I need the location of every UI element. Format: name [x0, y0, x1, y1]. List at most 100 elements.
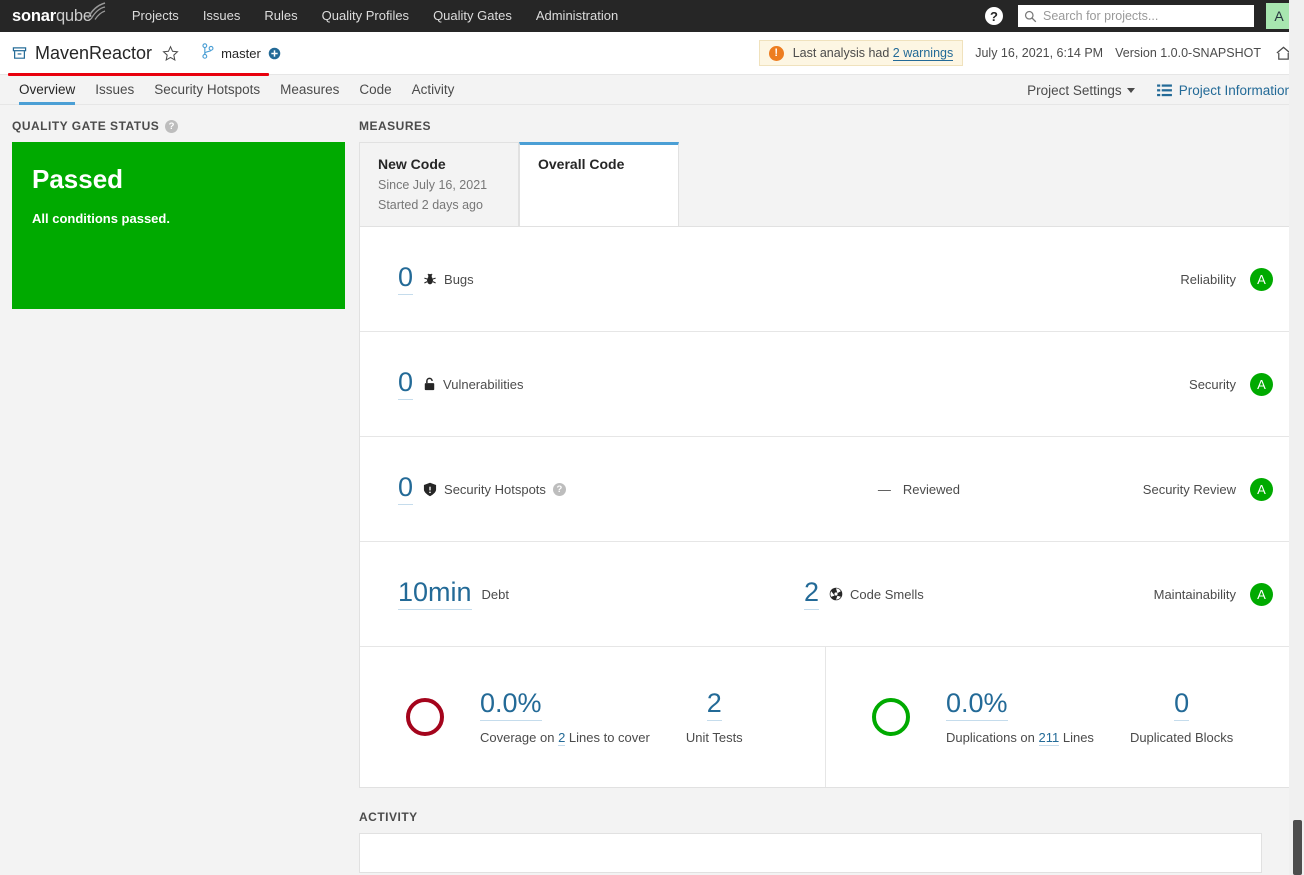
warning-text: Last analysis had 2 warnings: [792, 46, 954, 61]
coverage-half: 0.0% Coverage on 2 Lines to cover 2 Unit…: [360, 647, 825, 787]
tab-activity[interactable]: Activity: [402, 82, 465, 104]
security-review-rating-group: Security Review A: [1142, 477, 1273, 501]
measure-row-bugs: 0 Bugs Reliability A: [360, 227, 1291, 332]
quality-gate-description: All conditions passed.: [32, 211, 170, 226]
page-scrollbar[interactable]: [1289, 0, 1304, 875]
tab-measures[interactable]: Measures: [270, 82, 349, 104]
activity-section-title: ACTIVITY: [359, 810, 418, 824]
code-smells-label: Code Smells: [850, 586, 924, 602]
tab-new-code-since: Since July 16, 2021: [378, 178, 488, 192]
quality-gate-section-title: QUALITY GATE STATUS ?: [12, 119, 345, 133]
duplications-caption-before: Duplications on: [946, 730, 1039, 746]
vulnerabilities-cell: 0 Vulnerabilities: [398, 368, 523, 400]
help-icon[interactable]: ?: [985, 7, 1003, 25]
debt-label: Debt: [481, 586, 510, 602]
nav-link-quality-gates[interactable]: Quality Gates: [421, 0, 524, 32]
security-review-label: Security Review: [1142, 481, 1236, 497]
measures-tabs: New Code Since July 16, 2021 Started 2 d…: [359, 142, 1292, 226]
quality-gate-title-text: QUALITY GATE STATUS: [12, 119, 160, 133]
coverage-caption-after: Lines to cover: [565, 730, 650, 746]
warning-icon: !: [768, 45, 784, 61]
tab-new-code[interactable]: New Code Since July 16, 2021 Started 2 d…: [359, 142, 519, 226]
project-drawer-icon: [12, 46, 27, 61]
coverage-value[interactable]: 0.0%: [480, 689, 542, 722]
nav-link-administration[interactable]: Administration: [524, 0, 630, 32]
tab-security-hotspots[interactable]: Security Hotspots: [144, 82, 270, 104]
coverage-donut-icon: [406, 698, 444, 736]
nav-link-projects[interactable]: Projects: [120, 0, 191, 32]
project-version: Version 1.0.0-SNAPSHOT: [1115, 46, 1261, 60]
analysis-warning-badge[interactable]: ! Last analysis had 2 warnings: [758, 40, 964, 66]
global-navbar: sonar qube Projects Issues Rules Quality…: [0, 0, 1304, 32]
sonarqube-logo[interactable]: sonar qube: [12, 1, 106, 26]
list-icon: [1156, 84, 1172, 97]
duplicated-blocks-stat: 0 Duplicated Blocks: [1129, 689, 1234, 746]
vulnerabilities-value[interactable]: 0: [398, 368, 414, 400]
debt-cell: 10min Debt: [398, 578, 510, 610]
maintainability-rating[interactable]: A: [1250, 582, 1273, 606]
duplications-lines-link[interactable]: 211: [1038, 730, 1060, 747]
project-header-meta: ! Last analysis had 2 warnings July 16, …: [758, 40, 1292, 66]
maintainability-label: Maintainability: [1153, 586, 1236, 602]
quality-gate-column: QUALITY GATE STATUS ? Passed All conditi…: [12, 119, 345, 836]
status-badge: Passed: [32, 164, 124, 194]
code-smells-value[interactable]: 2: [804, 578, 820, 610]
project-header: MavenReactor master ! Last analysis had …: [0, 32, 1304, 76]
bugs-label-group: Bugs: [423, 272, 474, 287]
security-rating[interactable]: A: [1250, 372, 1273, 396]
hotspots-cell: 0 Security Hotspots ?: [398, 473, 566, 505]
tab-code[interactable]: Code: [349, 82, 401, 104]
unit-tests-stat: 2 Unit Tests: [686, 689, 743, 746]
code-smells-cell: 2 Code Smells: [804, 578, 924, 610]
security-rating-group: Security A: [1189, 372, 1273, 396]
scrollbar-thumb[interactable]: [1293, 820, 1302, 875]
nav-link-quality-profiles[interactable]: Quality Profiles: [310, 0, 421, 32]
last-analysis-date: July 16, 2021, 6:14 PM: [975, 46, 1104, 60]
search-input[interactable]: Search for projects...: [1018, 5, 1254, 27]
duplicated-blocks-label: Duplicated Blocks: [1129, 730, 1234, 746]
unit-tests-value[interactable]: 2: [706, 689, 722, 722]
warning-count-link[interactable]: 2 warnings: [892, 46, 954, 61]
measures-panel: 0 Bugs Reliability A 0 Vulnerabilities S…: [359, 226, 1292, 788]
duplications-stat: 0.0% Duplications on 211 Lines: [946, 689, 1094, 747]
debt-value[interactable]: 10min: [398, 578, 472, 610]
red-highlight-annotation: [8, 73, 269, 76]
nav-link-rules[interactable]: Rules: [252, 0, 309, 32]
page-title: MavenReactor: [35, 42, 153, 63]
bug-icon: [424, 273, 436, 285]
reliability-rating[interactable]: A: [1250, 267, 1273, 291]
tab-new-code-title: New Code: [378, 156, 446, 172]
tab-overall-code[interactable]: Overall Code: [519, 142, 679, 226]
bugs-value[interactable]: 0: [398, 263, 414, 295]
favorite-star-icon[interactable]: [162, 44, 179, 62]
global-nav-right: ? Search for projects... A: [985, 3, 1292, 29]
project-information-button[interactable]: Project Information: [1156, 83, 1292, 98]
chevron-down-icon: [1126, 88, 1135, 93]
hotspots-label-group: Security Hotspots ?: [423, 482, 566, 497]
coverage-caption-before: Coverage on: [480, 730, 559, 746]
reviewed-dash: —: [877, 481, 891, 497]
nav-link-issues[interactable]: Issues: [191, 0, 253, 32]
quality-gate-help-icon[interactable]: ?: [165, 119, 179, 133]
duplications-value[interactable]: 0.0%: [946, 689, 1008, 722]
bugs-label: Bugs: [444, 271, 474, 287]
tab-overview[interactable]: Overview: [12, 82, 85, 105]
lock-icon: [424, 377, 435, 391]
branch-selector[interactable]: master: [201, 42, 281, 64]
duplicated-blocks-value[interactable]: 0: [1174, 689, 1190, 722]
add-branch-icon[interactable]: [268, 47, 281, 60]
branch-icon: [201, 42, 214, 64]
hotspots-label: Security Hotspots: [444, 481, 546, 497]
duplications-caption: Duplications on 211 Lines: [946, 730, 1094, 747]
code-smells-label-group: Code Smells: [829, 587, 924, 602]
measure-row-coverage-duplications: 0.0% Coverage on 2 Lines to cover 2 Unit…: [360, 647, 1291, 787]
security-review-rating[interactable]: A: [1250, 477, 1273, 501]
tab-new-code-started: Started 2 days ago: [378, 198, 483, 212]
hotspots-value[interactable]: 0: [398, 473, 414, 505]
bugs-cell: 0 Bugs: [398, 263, 474, 295]
hotspots-help-icon[interactable]: ?: [552, 482, 566, 496]
tab-issues[interactable]: Issues: [85, 82, 144, 104]
security-label: Security: [1189, 376, 1236, 392]
warning-prefix: Last analysis had: [792, 46, 893, 60]
project-settings-dropdown[interactable]: Project Settings: [1027, 83, 1135, 98]
